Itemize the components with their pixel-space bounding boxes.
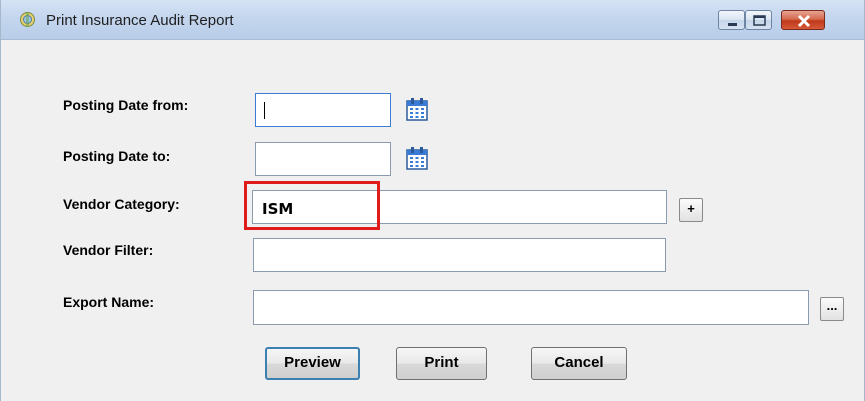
cancel-button[interactable]: Cancel xyxy=(531,347,627,380)
print-button[interactable]: Print xyxy=(396,347,487,380)
vendor-filter-label: Vendor Filter: xyxy=(63,242,154,258)
preview-button[interactable]: Preview xyxy=(265,347,360,380)
posting-date-from-label: Posting Date from: xyxy=(63,97,189,113)
text-caret xyxy=(264,102,265,119)
title-bar[interactable]: Print Insurance Audit Report xyxy=(1,0,864,40)
vendor-category-label: Vendor Category: xyxy=(63,196,180,212)
minimize-button[interactable] xyxy=(718,10,745,30)
vendor-filter-input[interactable] xyxy=(253,238,666,272)
maximize-button[interactable] xyxy=(745,10,772,30)
export-name-label: Export Name: xyxy=(63,294,155,310)
posting-date-to-label: Posting Date to: xyxy=(63,148,171,164)
close-icon xyxy=(797,14,811,28)
dialog-window: Print Insurance Audit Report Posting Dat… xyxy=(0,0,865,401)
calendar-icon[interactable] xyxy=(406,146,428,170)
window-title: Print Insurance Audit Report xyxy=(46,12,234,29)
maximize-icon xyxy=(753,15,766,26)
minimize-icon xyxy=(728,23,737,26)
highlight-box xyxy=(244,181,380,230)
export-name-input[interactable] xyxy=(253,290,809,325)
posting-date-from-input[interactable] xyxy=(255,93,391,127)
calendar-icon[interactable] xyxy=(406,97,428,121)
app-icon xyxy=(20,12,35,27)
posting-date-to-input[interactable] xyxy=(255,142,391,176)
add-vendor-category-button[interactable]: + xyxy=(679,198,703,222)
browse-button[interactable]: ... xyxy=(820,297,844,321)
close-button[interactable] xyxy=(781,10,825,30)
